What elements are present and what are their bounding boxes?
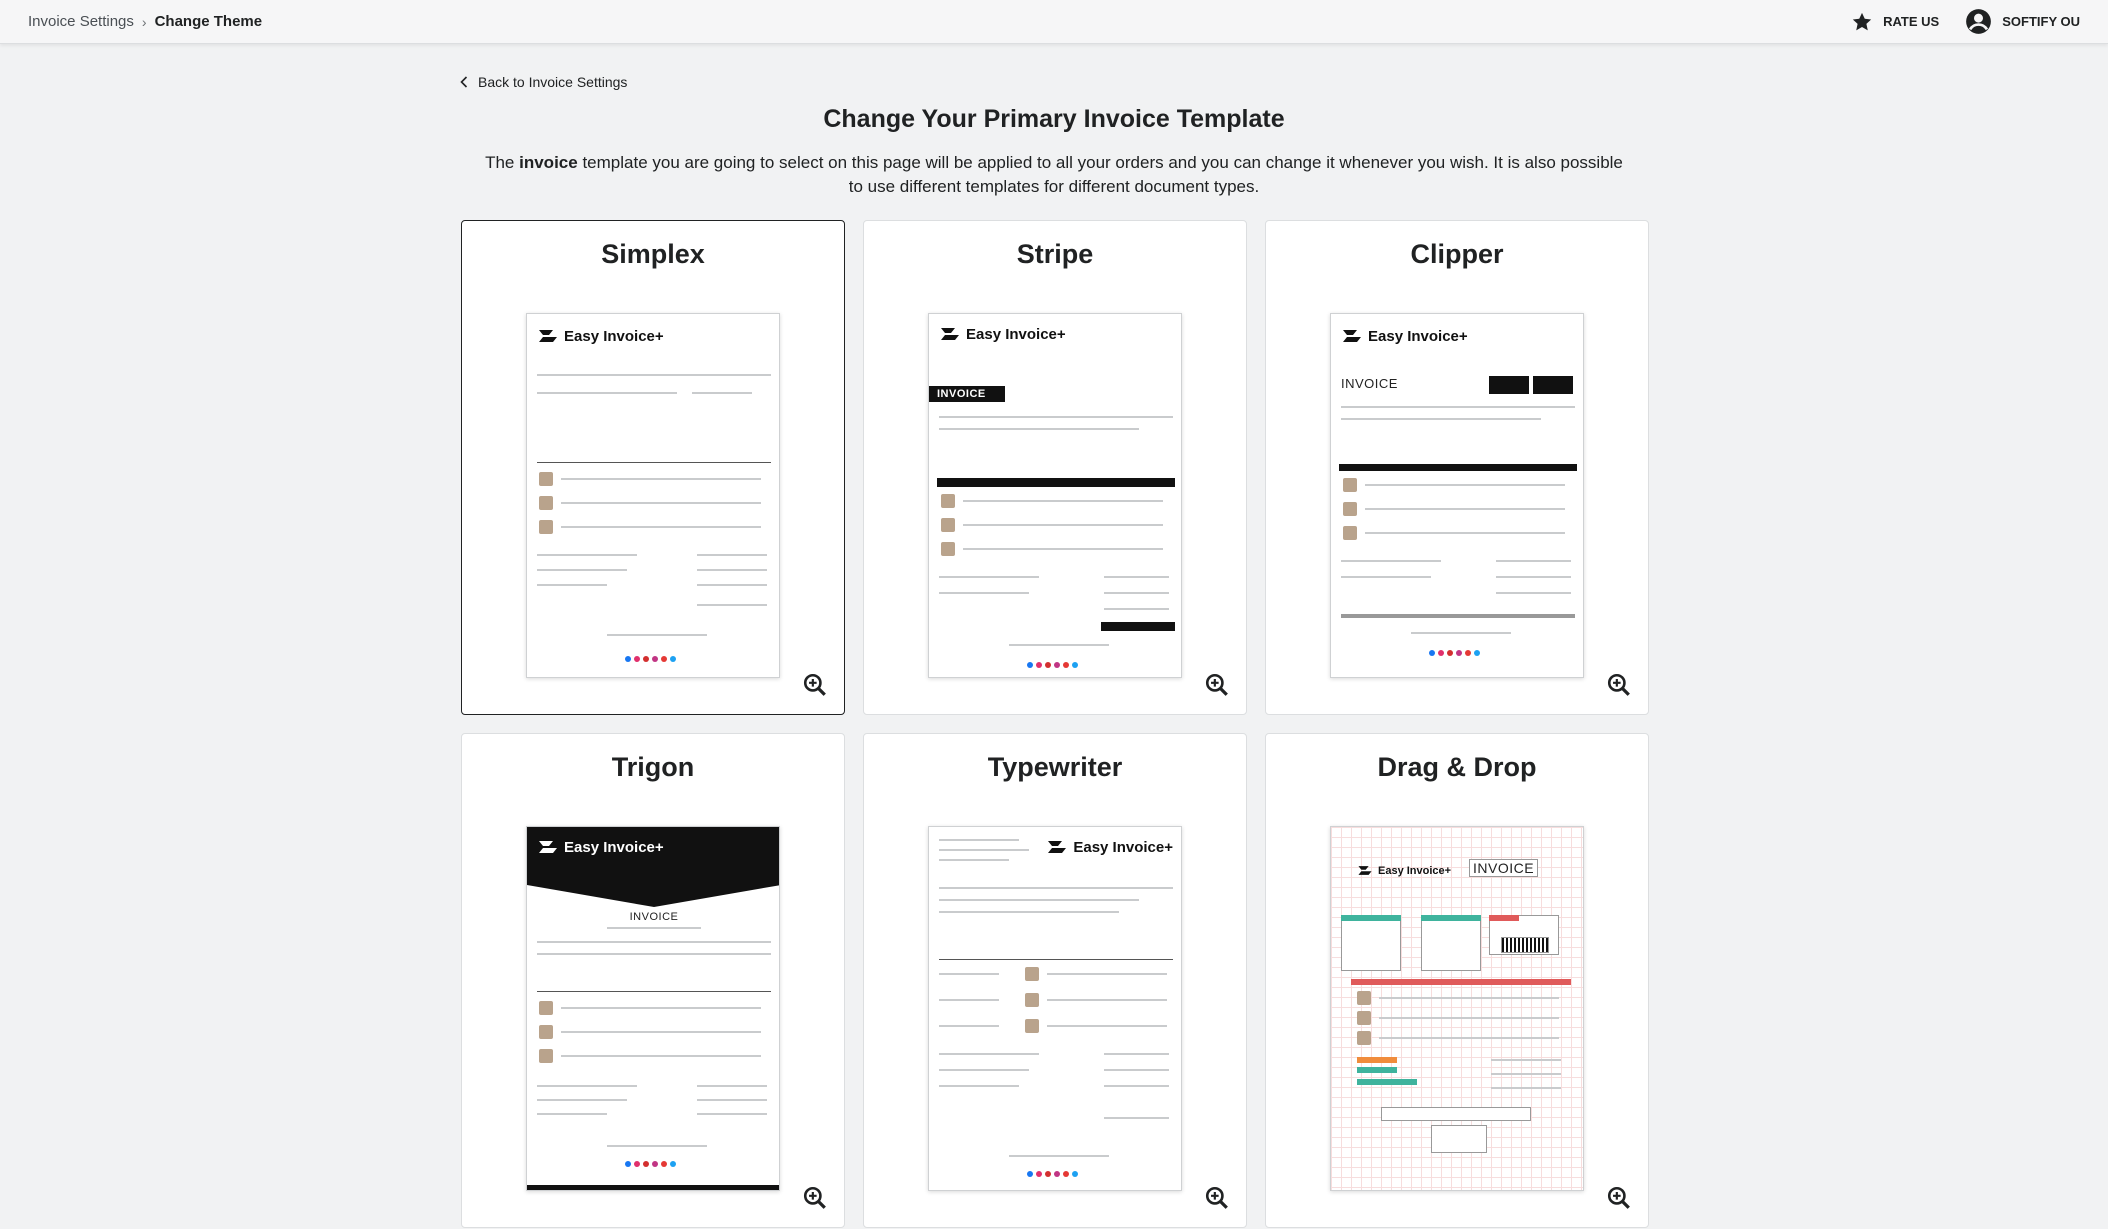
brand-logo-icon [941, 328, 959, 340]
rate-us-button[interactable]: RATE US [1851, 11, 1939, 33]
zoom-in-icon[interactable] [1606, 1185, 1632, 1211]
template-preview-simplex: Easy Invoice+ [526, 313, 780, 678]
top-bar: Invoice Settings › Change Theme RATE US … [0, 0, 2108, 44]
brand-logo-icon [1358, 866, 1372, 875]
template-name: Typewriter [987, 752, 1123, 782]
template-card-simplex[interactable]: Simplex Easy Invoice+ [461, 220, 845, 715]
template-name: Stripe [1016, 239, 1094, 269]
template-card-clipper[interactable]: Clipper Easy Invoice+ INVOICE [1265, 220, 1649, 715]
brand-logo-icon [1048, 841, 1067, 853]
breadcrumb-invoice-settings[interactable]: Invoice Settings [28, 13, 134, 30]
brand-logo: Easy Invoice+ [537, 326, 664, 346]
back-label: Back to Invoice Settings [478, 74, 628, 90]
brand-logo: Easy Invoice+ [1357, 863, 1451, 878]
template-preview-stripe: Easy Invoice+ INVOICE [928, 313, 1182, 678]
template-preview-typewriter: Easy Invoice+ [928, 826, 1182, 1191]
template-card-stripe[interactable]: Stripe Easy Invoice+ INVOICE [863, 220, 1247, 715]
brand-logo-icon [1343, 330, 1361, 342]
brand-logo-icon [539, 330, 557, 342]
page-description: The invoice template you are going to se… [485, 153, 1623, 196]
page-title: Change Your Primary Invoice Template [823, 105, 1285, 133]
account-menu-button[interactable]: SOFTIFY OU [1965, 8, 2080, 35]
zoom-in-icon[interactable] [1606, 672, 1632, 698]
zoom-in-icon[interactable] [802, 672, 828, 698]
zoom-in-icon[interactable] [1204, 672, 1230, 698]
account-circle-icon [1966, 9, 1992, 34]
bold-invoice: invoice [519, 153, 578, 172]
breadcrumb-current: Change Theme [154, 13, 263, 30]
brand-logo: Easy Invoice+ [1046, 837, 1173, 857]
back-to-invoice-settings-link[interactable]: Back to Invoice Settings [460, 74, 627, 90]
brand-logo: Easy Invoice+ [939, 324, 1066, 344]
chevron-right-icon: › [141, 13, 147, 30]
template-name: Simplex [601, 239, 705, 269]
template-card-typewriter[interactable]: Typewriter Easy Invoice+ [863, 733, 1247, 1228]
brand-logo-icon [539, 841, 557, 853]
star-icon [1852, 12, 1872, 30]
template-name: Trigon [611, 752, 695, 782]
template-grid: Simplex Easy Invoice+ Stripe Easy Invoic… [461, 220, 1649, 1228]
breadcrumb: Invoice Settings › Change Theme [28, 13, 262, 30]
chevron-left-icon [460, 76, 468, 88]
template-preview-clipper: Easy Invoice+ INVOICE [1330, 313, 1584, 678]
template-name: Drag & Drop [1377, 752, 1537, 782]
template-card-drag-drop[interactable]: Drag & Drop Easy Invoice+ INVOICE [1265, 733, 1649, 1228]
brand-logo: Easy Invoice+ [537, 837, 664, 857]
brand-logo: Easy Invoice+ [1341, 326, 1468, 346]
zoom-in-icon[interactable] [802, 1185, 828, 1211]
template-preview-drag-drop: Easy Invoice+ INVOICE [1330, 826, 1584, 1191]
rate-us-label: RATE US [1883, 14, 1940, 29]
template-name: Clipper [1410, 239, 1504, 269]
account-name: SOFTIFY OU [2002, 14, 2080, 29]
zoom-in-icon[interactable] [1204, 1185, 1230, 1211]
template-card-trigon[interactable]: Trigon Easy Invoice+ INVOICE [461, 733, 845, 1228]
template-preview-trigon: Easy Invoice+ INVOICE [526, 826, 780, 1191]
